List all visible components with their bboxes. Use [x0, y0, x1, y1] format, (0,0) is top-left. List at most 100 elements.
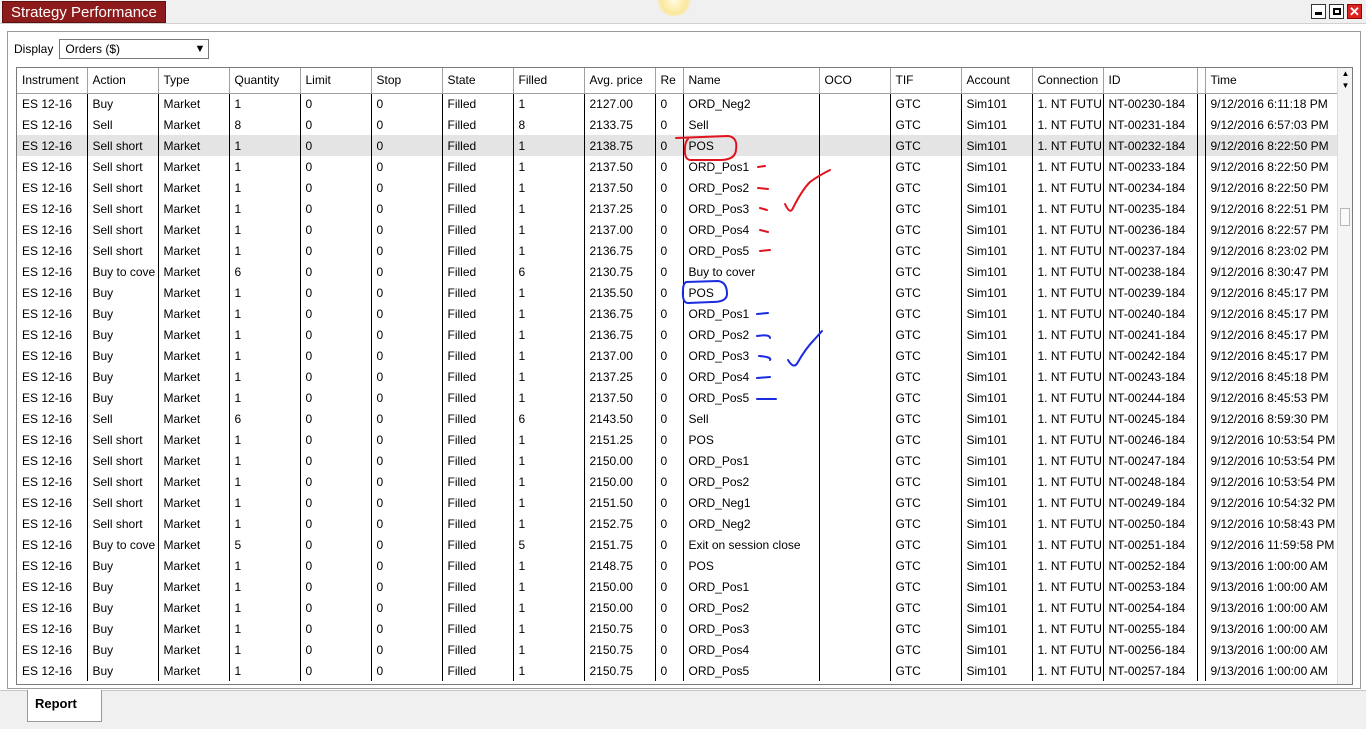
- scroll-thumb[interactable]: [1340, 208, 1350, 226]
- column-header-filled[interactable]: Filled: [513, 68, 585, 94]
- cell-spacer: [1197, 324, 1206, 345]
- table-row[interactable]: ES 12-16 Buy Market 1 0 0 Filled 1 2150.75 0 ORD_P…: [17, 618, 1352, 639]
- column-header-avg-price[interactable]: Avg. price: [584, 68, 656, 94]
- cell-state: Filled: [442, 660, 514, 681]
- cell-name: ORD_Pos3: [683, 345, 820, 366]
- minimize-icon[interactable]: [1311, 4, 1326, 19]
- table-row[interactable]: ES 12-16 Sell short Market 1 0 0 Filled 1 2137.5…: [17, 156, 1352, 177]
- cell-time: 9/12/2016 10:53:54 PM: [1205, 429, 1352, 450]
- table-row[interactable]: ES 12-16 Buy Market 1 0 0 Filled 1 2150.00 0 ORD_P…: [17, 576, 1352, 597]
- table-row[interactable]: ES 12-16 Buy Market 1 0 0 Filled 1 2127.00 0 ORD_N…: [17, 93, 1352, 114]
- cell-type: Market: [158, 261, 230, 282]
- table-row[interactable]: ES 12-16 Sell short Market 1 0 0 Filled 1 2150.0…: [17, 471, 1352, 492]
- cell-account: Sim101: [961, 639, 1033, 660]
- cell-avg-price: 2137.50: [584, 156, 656, 177]
- column-header-instrument[interactable]: Instrument: [17, 68, 88, 94]
- table-row[interactable]: ES 12-16 Buy Market 1 0 0 Filled 1 2137.25 0 ORD_P…: [17, 366, 1352, 387]
- cell-quantity: 1: [229, 660, 301, 681]
- table-row[interactable]: ES 12-16 Sell short Market 1 0 0 Filled 1 2151.2…: [17, 429, 1352, 450]
- cell-stop: 0: [371, 471, 443, 492]
- column-header-time[interactable]: Time: [1205, 68, 1352, 94]
- cell-connection: 1. NT FUTU: [1032, 177, 1104, 198]
- column-header-limit[interactable]: Limit: [300, 68, 372, 94]
- display-select[interactable]: Orders ($) ▼: [59, 38, 210, 59]
- scroll-up-icon[interactable]: ▲: [1338, 68, 1352, 80]
- cell-spacer: [1197, 660, 1206, 681]
- cell-stop: 0: [371, 219, 443, 240]
- cell-id: NT-00251-184: [1103, 534, 1198, 555]
- chevron-down-icon[interactable]: ▼: [194, 40, 205, 58]
- cell-action: Sell short: [87, 429, 159, 450]
- cell-stop: 0: [371, 93, 443, 114]
- cell-avg-price: 2137.00: [584, 345, 656, 366]
- column-header-oco[interactable]: OCO: [819, 68, 891, 94]
- table-row[interactable]: ES 12-16 Sell short Market 1 0 0 Filled 1 2137.2…: [17, 198, 1352, 219]
- cell-time: 9/12/2016 6:11:18 PM: [1205, 93, 1352, 114]
- title-bar[interactable]: Strategy Performance ✕: [0, 0, 1366, 24]
- cell-instrument: ES 12-16: [17, 387, 88, 408]
- cell-stop: 0: [371, 408, 443, 429]
- cell-stop: 0: [371, 534, 443, 555]
- column-header-name[interactable]: Name: [683, 68, 820, 94]
- table-row[interactable]: ES 12-16 Sell short Market 1 0 0 Filled 1 2150.0…: [17, 450, 1352, 471]
- close-icon[interactable]: ✕: [1347, 4, 1362, 19]
- cell-stop: 0: [371, 429, 443, 450]
- table-row[interactable]: ES 12-16 Sell short Market 1 0 0 Filled 1 2136.7…: [17, 240, 1352, 261]
- table-row[interactable]: ES 12-16 Sell short Market 1 0 0 Filled 1 2152.7…: [17, 513, 1352, 534]
- column-header-spacer[interactable]: [1197, 68, 1206, 94]
- table-row[interactable]: ES 12-16 Buy Market 1 0 0 Filled 1 2137.50 0 ORD_P…: [17, 387, 1352, 408]
- scroll-down-icon[interactable]: ▼: [1338, 80, 1352, 92]
- cell-re: 0: [655, 513, 684, 534]
- table-row[interactable]: ES 12-16 Buy to cove Market 6 0 0 Filled 6 2130.…: [17, 261, 1352, 282]
- cell-account: Sim101: [961, 156, 1033, 177]
- table-row[interactable]: ES 12-16 Sell Market 6 0 0 Filled 6 2143.50 0 Sell…: [17, 408, 1352, 429]
- restore-icon[interactable]: [1329, 4, 1344, 19]
- table-row[interactable]: ES 12-16 Buy Market 1 0 0 Filled 1 2150.00 0 ORD_P…: [17, 597, 1352, 618]
- table-row[interactable]: ES 12-16 Sell Market 8 0 0 Filled 8 2133.75 0 Sell…: [17, 114, 1352, 135]
- column-header-id[interactable]: ID: [1103, 68, 1198, 94]
- table-row[interactable]: ES 12-16 Buy Market 1 0 0 Filled 1 2136.75 0 ORD_P…: [17, 303, 1352, 324]
- cell-action: Sell short: [87, 450, 159, 471]
- cell-re: 0: [655, 303, 684, 324]
- cell-name: ORD_Pos1: [683, 303, 820, 324]
- cell-filled: 1: [513, 303, 585, 324]
- tab-report[interactable]: Report: [27, 690, 102, 722]
- cell-id: NT-00237-184: [1103, 240, 1198, 261]
- table-row[interactable]: ES 12-16 Buy Market 1 0 0 Filled 1 2150.75 0 ORD_P…: [17, 639, 1352, 660]
- cell-limit: 0: [300, 618, 372, 639]
- table-row[interactable]: ES 12-16 Sell short Market 1 0 0 Filled 1 2137.0…: [17, 219, 1352, 240]
- cell-account: Sim101: [961, 219, 1033, 240]
- cell-account: Sim101: [961, 597, 1033, 618]
- column-header-tif[interactable]: TIF: [890, 68, 962, 94]
- cell-type: Market: [158, 534, 230, 555]
- table-row[interactable]: ES 12-16 Sell short Market 1 0 0 Filled 1 2137.5…: [17, 177, 1352, 198]
- cell-time: 9/12/2016 10:54:32 PM: [1205, 492, 1352, 513]
- column-header-action[interactable]: Action: [87, 68, 159, 94]
- table-row[interactable]: ES 12-16 Sell short Market 1 0 0 Filled 1 2138.7…: [17, 135, 1352, 156]
- cell-account: Sim101: [961, 408, 1033, 429]
- column-header-connection[interactable]: Connection: [1032, 68, 1104, 94]
- cell-spacer: [1197, 198, 1206, 219]
- vertical-scrollbar[interactable]: ▲ ▼: [1337, 68, 1352, 684]
- column-header-type[interactable]: Type: [158, 68, 230, 94]
- column-header-re[interactable]: Re: [655, 68, 684, 94]
- table-row[interactable]: ES 12-16 Buy Market 1 0 0 Filled 1 2148.75 0 POS GT…: [17, 555, 1352, 576]
- table-row[interactable]: ES 12-16 Buy Market 1 0 0 Filled 1 2135.50 0 POS GT…: [17, 282, 1352, 303]
- table-row[interactable]: ES 12-16 Sell short Market 1 0 0 Filled 1 2151.5…: [17, 492, 1352, 513]
- cell-account: Sim101: [961, 240, 1033, 261]
- orders-grid[interactable]: Instrument Action Type Quantity Limit Stop Sta…: [16, 67, 1353, 685]
- cell-name: ORD_Pos2: [683, 471, 820, 492]
- cell-stop: 0: [371, 660, 443, 681]
- table-row[interactable]: ES 12-16 Buy Market 1 0 0 Filled 1 2136.75 0 ORD_P…: [17, 324, 1352, 345]
- cell-instrument: ES 12-16: [17, 156, 88, 177]
- column-header-stop[interactable]: Stop: [371, 68, 443, 94]
- cell-stop: 0: [371, 240, 443, 261]
- column-header-quantity[interactable]: Quantity: [229, 68, 301, 94]
- table-row[interactable]: ES 12-16 Buy Market 1 0 0 Filled 1 2150.75 0 ORD_P…: [17, 660, 1352, 681]
- cell-instrument: ES 12-16: [17, 198, 88, 219]
- table-row[interactable]: ES 12-16 Buy to cove Market 5 0 0 Filled 5 2151.…: [17, 534, 1352, 555]
- column-header-account[interactable]: Account: [961, 68, 1033, 94]
- table-row[interactable]: ES 12-16 Buy Market 1 0 0 Filled 1 2137.00 0 ORD_P…: [17, 345, 1352, 366]
- column-header-state[interactable]: State: [442, 68, 514, 94]
- cell-name: ORD_Pos1: [683, 450, 820, 471]
